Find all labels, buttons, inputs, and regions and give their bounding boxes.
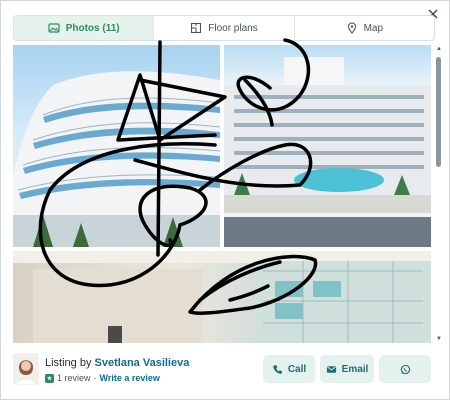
listing-by-text: Listing by Svetlana Vasilieva bbox=[45, 357, 189, 369]
exterior-building-image bbox=[13, 71, 220, 247]
map-pin-icon bbox=[347, 22, 356, 34]
property-photo-pool[interactable] bbox=[224, 45, 431, 247]
review-row: 1 review · Write a review bbox=[45, 373, 160, 383]
email-button[interactable]: Email bbox=[320, 355, 374, 383]
media-tabs: Photos (11) Floor plans Map bbox=[13, 15, 435, 41]
tab-floor-plans[interactable]: Floor plans bbox=[153, 16, 293, 40]
tab-map-label: Map bbox=[363, 22, 384, 34]
gallery-modal: Photos (11) Floor plans Map ▲ ▼ Listing … bbox=[0, 0, 450, 400]
floor-plan-icon bbox=[191, 22, 202, 34]
review-count[interactable]: 1 review bbox=[57, 373, 91, 383]
property-photo-interior[interactable] bbox=[13, 251, 431, 343]
whatsapp-button[interactable] bbox=[379, 355, 431, 383]
tab-photos-label: Photos (11) bbox=[65, 22, 120, 34]
write-review-link[interactable]: Write a review bbox=[100, 373, 160, 383]
call-button-label: Call bbox=[287, 363, 307, 375]
scroll-up-arrow-icon[interactable]: ▲ bbox=[435, 45, 443, 53]
review-separator: · bbox=[93, 373, 97, 383]
tab-map[interactable]: Map bbox=[293, 16, 434, 40]
tab-floor-plans-label: Floor plans bbox=[208, 22, 258, 34]
gallery-scrollbar[interactable]: ▲ ▼ bbox=[435, 45, 443, 343]
pool-resort-image bbox=[224, 57, 431, 247]
mail-icon bbox=[326, 365, 336, 373]
agent-avatar bbox=[13, 353, 39, 385]
email-button-label: Email bbox=[341, 363, 369, 375]
agent-footer: Listing by Svetlana Vasilieva 1 review ·… bbox=[1, 347, 449, 399]
property-photo-exterior[interactable] bbox=[13, 45, 220, 247]
whatsapp-icon bbox=[400, 364, 410, 374]
photo-icon bbox=[48, 23, 60, 33]
call-button[interactable]: Call bbox=[263, 355, 315, 383]
tab-photos[interactable]: Photos (11) bbox=[14, 16, 154, 40]
agent-name-link[interactable]: Svetlana Vasilieva bbox=[95, 357, 190, 369]
photo-gallery bbox=[13, 45, 431, 343]
listing-prefix: Listing by bbox=[45, 357, 92, 369]
interior-room-image bbox=[13, 251, 431, 343]
scroll-down-arrow-icon[interactable]: ▼ bbox=[435, 335, 443, 343]
scrollbar-thumb[interactable] bbox=[436, 57, 441, 167]
phone-icon bbox=[273, 364, 282, 374]
review-star-icon bbox=[45, 373, 54, 383]
